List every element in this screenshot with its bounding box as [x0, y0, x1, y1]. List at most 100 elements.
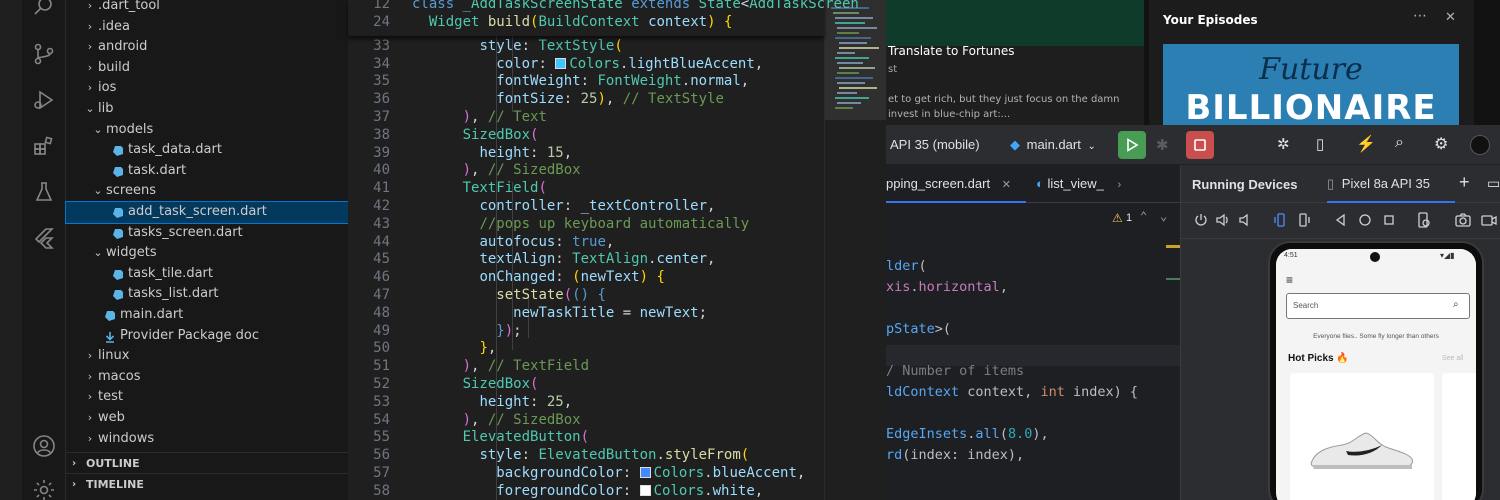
studio-code-line[interactable]: ldContext context, int index) { — [886, 382, 1138, 403]
chevron-right-icon[interactable]: › — [84, 58, 96, 79]
device-screen[interactable]: 4:51 ▾◢▮ ≡ Search ⌕ Everyone flies.. Som… — [1276, 249, 1476, 500]
code-text[interactable]: fontSize: 25), // TextStyle — [412, 91, 724, 109]
code-text[interactable]: autofocus: true, — [412, 234, 614, 252]
studio-code-line[interactable]: pState>( — [886, 319, 951, 340]
timeline-section[interactable]: › TIMELINE — [66, 473, 348, 495]
device-settings-icon[interactable] — [1415, 212, 1431, 228]
studio-code-line[interactable]: rd(index: index), — [886, 445, 1024, 466]
device-selector[interactable]: API 35 (mobile) ▼ — [886, 132, 996, 178]
studio-code-line[interactable]: lder( — [886, 256, 927, 277]
code-text[interactable]: fontWeight: FontWeight.normal, — [412, 73, 749, 91]
chevron-down-icon[interactable]: ⌄ — [92, 243, 104, 264]
chevron-right-icon[interactable]: › — [84, 17, 96, 38]
explorer-folder[interactable]: ⌄ lib — [66, 99, 348, 120]
code-line[interactable]: 39 height: 15, — [348, 145, 824, 163]
explorer-folder[interactable]: ⌄ models — [66, 120, 348, 141]
stop-button[interactable] — [1186, 131, 1214, 159]
code-line[interactable]: 58 foregroundColor: Colors.white, — [348, 483, 824, 500]
code-line[interactable]: 40 ), // SizedBox — [348, 162, 824, 180]
explorer-file[interactable]: Provider Package doc — [66, 326, 348, 347]
code-text[interactable]: SizedBox( — [412, 127, 539, 145]
code-text[interactable]: style: ElevatedButton.styleFrom( — [412, 447, 749, 465]
sticky-scroll-header[interactable]: 12 class _AddTaskScreenState extends Stat… — [348, 0, 859, 36]
code-lines[interactable]: lder(xis.horizontal, pState>(/ Number of … — [886, 203, 1180, 500]
chevron-right-icon[interactable]: › — [84, 387, 96, 408]
explorer-folder[interactable]: ⌄ widgets — [66, 243, 348, 264]
explorer-file[interactable]: task_tile.dart — [66, 264, 348, 285]
code-text[interactable]: height: 15, — [412, 145, 572, 163]
code-text[interactable]: setState(() { — [412, 287, 606, 305]
explorer-folder[interactable]: › android — [66, 37, 348, 58]
hot-reload-lightning-icon[interactable]: ⚡ — [1356, 134, 1376, 153]
chevron-right-icon[interactable]: › — [1117, 179, 1121, 191]
explorer-folder[interactable]: › build — [66, 58, 348, 79]
tab-shopping-screen[interactable]: pping_screen.dart ✕ — [886, 165, 1026, 203]
run-debug-icon[interactable] — [32, 88, 56, 112]
tab-list-view[interactable]: ◐ list_view_ › — [1036, 165, 1180, 203]
code-text[interactable]: ElevatedButton( — [412, 429, 589, 447]
code-line[interactable]: 57 backgroundColor: Colors.blueAccent, — [348, 465, 824, 483]
code-line[interactable]: 41 TextField( — [348, 180, 824, 198]
explorer-file[interactable]: add_task_screen.dart — [65, 201, 349, 224]
rotate-left-icon[interactable] — [1273, 212, 1289, 228]
see-all-link[interactable]: See all — [1442, 355, 1463, 362]
code-line[interactable]: 37 ), // Text — [348, 109, 824, 127]
account-icon[interactable] — [32, 434, 56, 458]
chevron-right-icon[interactable]: › — [84, 429, 96, 450]
source-control-icon[interactable] — [32, 42, 56, 66]
explorer-folder[interactable]: › ios — [66, 78, 348, 99]
code-text[interactable]: SizedBox( — [412, 376, 539, 394]
add-device-icon[interactable]: + — [1459, 172, 1470, 193]
code-line[interactable]: 43 //pops up keyboard automatically — [348, 216, 824, 234]
chevron-down-icon[interactable]: ⌄ — [92, 120, 104, 141]
explorer-folder[interactable]: › web — [66, 408, 348, 429]
code-line[interactable]: 38 SizedBox( — [348, 127, 824, 145]
code-line[interactable]: 44 autofocus: true, — [348, 234, 824, 252]
explorer-folder[interactable]: › .dart_tool — [66, 0, 348, 17]
explorer-file[interactable]: tasks_screen.dart — [66, 223, 348, 244]
device-manager-icon[interactable]: ▯ — [1316, 135, 1334, 153]
code-line[interactable]: 50 }, — [348, 340, 824, 358]
chevron-down-icon[interactable]: ⌄ — [92, 181, 104, 202]
code-line[interactable]: 56 style: ElevatedButton.styleFrom( — [348, 447, 824, 465]
code-line[interactable]: 42 controller: _textController, — [348, 198, 824, 216]
code-line[interactable]: 24 Widget build(BuildContext context) { — [348, 14, 824, 32]
code-line[interactable]: 34 color: Colors.lightBlueAccent, — [348, 56, 824, 74]
code-line[interactable]: 12 class _AddTaskScreenState extends Stat… — [348, 0, 859, 14]
back-icon[interactable] — [1333, 212, 1349, 228]
code-line[interactable]: 48 newTaskTitle = newText; — [348, 305, 824, 323]
overview-icon[interactable] — [1381, 212, 1397, 228]
chevron-right-icon[interactable]: › — [84, 0, 96, 17]
code-text[interactable]: foregroundColor: Colors.white, — [412, 483, 763, 500]
close-icon[interactable]: ✕ — [1002, 179, 1011, 191]
settings-gear-icon[interactable] — [32, 478, 56, 500]
search-input[interactable]: Search ⌕ — [1286, 293, 1470, 319]
testing-flask-icon[interactable] — [32, 180, 56, 204]
explorer-file[interactable]: tasks_list.dart — [66, 284, 348, 305]
volume-down-icon[interactable] — [1237, 212, 1253, 228]
search-icon[interactable]: ⌕ — [1453, 299, 1459, 310]
settings-gear-icon[interactable]: ⚙ — [1434, 134, 1452, 153]
chevron-right-icon[interactable]: › — [84, 367, 96, 388]
studio-code-editor[interactable]: ⚠ 1 ⌃ ⌄ lder(xis.horizontal, pState>(/ Nu… — [886, 203, 1180, 500]
code-editor[interactable]: 32 textAlign: TextAlign.center,33 style:… — [348, 0, 886, 500]
outline-section[interactable]: › OUTLINE — [66, 452, 348, 474]
explorer-folder[interactable]: ⌄ screens — [66, 181, 348, 202]
explorer-file[interactable]: task_data.dart — [66, 140, 348, 161]
run-button[interactable] — [1118, 131, 1146, 159]
close-icon[interactable]: ✕ — [1445, 10, 1456, 25]
code-text[interactable]: ), // TextField — [412, 358, 589, 376]
code-text[interactable]: height: 25, — [412, 394, 572, 412]
code-line[interactable]: 53 height: 25, — [348, 394, 824, 412]
code-line[interactable]: 47 setState(() { — [348, 287, 824, 305]
code-text[interactable]: ), // SizedBox — [412, 162, 581, 180]
more-horizontal-icon[interactable]: ⋯ — [1413, 8, 1427, 24]
code-text[interactable]: color: Colors.lightBlueAccent, — [412, 56, 763, 74]
code-text[interactable]: class _AddTaskScreenState extends State<… — [412, 0, 859, 14]
code-line[interactable]: 33 style: TextStyle( — [348, 38, 824, 56]
episode-card[interactable]: Translate to Fortunes st et to get rich,… — [886, 0, 1144, 126]
code-text[interactable]: backgroundColor: Colors.blueAccent, — [412, 465, 805, 483]
flutter-icon[interactable] — [32, 226, 56, 250]
studio-code-line[interactable]: / Number of items — [886, 361, 1024, 382]
tab-device-pixel-8a[interactable]: ▯ Pixel 8a API 35 — [1327, 165, 1455, 203]
